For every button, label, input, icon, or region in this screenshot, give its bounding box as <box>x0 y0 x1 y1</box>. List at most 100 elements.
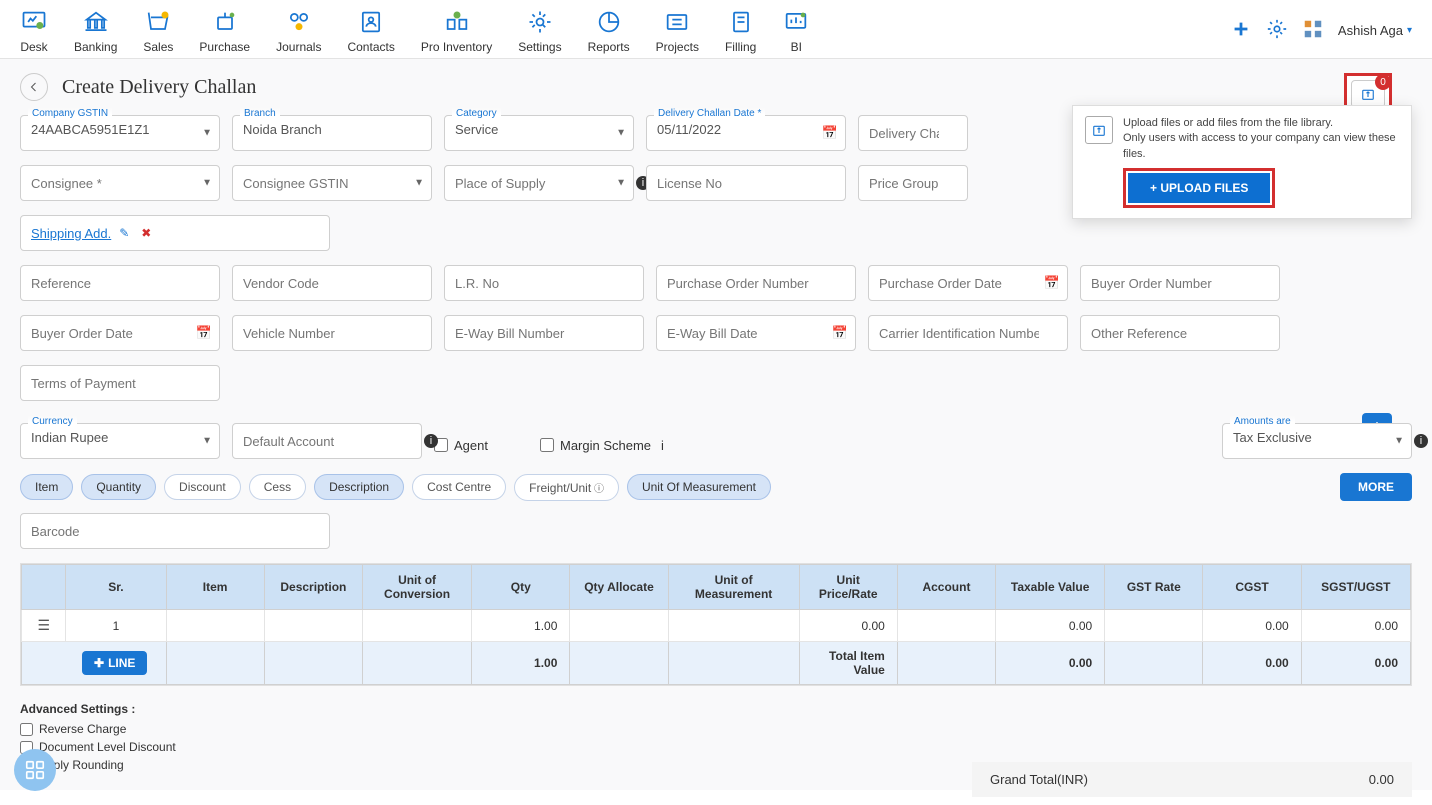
po-date-input[interactable] <box>868 265 1068 301</box>
add-icon[interactable] <box>1230 18 1252 43</box>
calendar-icon[interactable]: 📅 <box>1044 275 1060 291</box>
nav-projects[interactable]: Projects <box>656 8 699 54</box>
table-header: Qty <box>472 565 570 610</box>
chip-discount[interactable]: Discount <box>164 474 241 500</box>
carrier-id-input[interactable] <box>868 315 1068 351</box>
attachment-button[interactable]: 0 <box>1351 80 1385 108</box>
chevron-down-icon: ▼ <box>202 128 212 139</box>
table-header: Unit Price/Rate <box>799 565 897 610</box>
floating-apps-button[interactable] <box>14 749 56 791</box>
chip-quantity[interactable]: Quantity <box>81 474 156 500</box>
category-select[interactable]: Service <box>444 115 634 151</box>
license-no-input[interactable] <box>646 165 846 201</box>
table-header: Item <box>166 565 264 610</box>
calendar-icon[interactable]: 📅 <box>196 325 212 341</box>
price-group-select[interactable] <box>858 165 968 201</box>
shipping-add-link[interactable]: Shipping Add. <box>31 226 111 241</box>
nav-contacts[interactable]: Contacts <box>347 8 394 54</box>
chevron-down-icon: ▼ <box>616 178 626 189</box>
line-items-table: Sr.ItemDescriptionUnit of ConversionQtyQ… <box>20 563 1412 686</box>
amounts-are-select[interactable]: Tax Exclusive <box>1222 423 1412 459</box>
agent-checkbox[interactable]: Agent <box>434 423 488 459</box>
more-columns-button[interactable]: MORE <box>1340 473 1412 501</box>
buyer-order-date-input[interactable] <box>20 315 220 351</box>
edit-icon[interactable]: ✎ <box>119 226 129 240</box>
settings-icon[interactable] <box>1266 18 1288 43</box>
default-account-select[interactable] <box>232 423 422 459</box>
table-header: Qty Allocate <box>570 565 668 610</box>
chip-description[interactable]: Description <box>314 474 404 500</box>
chip-unit-of-measurement[interactable]: Unit Of Measurement <box>627 474 771 500</box>
table-header: SGST/UGST <box>1301 565 1410 610</box>
dc-number-input[interactable] <box>858 115 968 151</box>
page-title: Create Delivery Challan <box>62 76 256 99</box>
terms-of-payment-input[interactable] <box>20 365 220 401</box>
table-header: Account <box>897 565 995 610</box>
upload-popover: Upload files or add files from the file … <box>1072 105 1412 219</box>
back-button[interactable] <box>20 73 48 101</box>
barcode-input[interactable] <box>20 513 330 549</box>
chevron-down-icon: ▼ <box>202 436 212 447</box>
chip-item[interactable]: Item <box>20 474 73 500</box>
consignee-gstin-select[interactable] <box>232 165 432 201</box>
branch-select[interactable]: Noida Branch <box>232 115 432 151</box>
vehicle-number-input[interactable] <box>232 315 432 351</box>
lr-no-input[interactable] <box>444 265 644 301</box>
consignee-select[interactable] <box>20 165 220 201</box>
table-header: CGST <box>1203 565 1301 610</box>
shipping-address-field[interactable]: Shipping Add. ✎ ✖ <box>20 215 330 251</box>
column-chips: Item Quantity Discount Cess Description Cost … <box>20 473 1412 501</box>
nav-desk[interactable]: Desk <box>20 8 48 54</box>
chip-cess[interactable]: Cess <box>249 474 306 500</box>
table-header: Unit of Measurement <box>668 565 799 610</box>
table-header <box>22 565 66 610</box>
other-reference-input[interactable] <box>1080 315 1280 351</box>
calendar-icon[interactable]: 📅 <box>832 325 848 341</box>
nav-purchase[interactable]: Purchase <box>199 8 250 54</box>
po-number-input[interactable] <box>656 265 856 301</box>
company-gstin-select[interactable]: 24AABCA5951E1Z1 <box>20 115 220 151</box>
nav-reports[interactable]: Reports <box>588 8 630 54</box>
nav-sales[interactable]: Sales <box>143 8 173 54</box>
upload-text-1: Upload files or add files from the file … <box>1123 116 1399 131</box>
currency-select[interactable]: Indian Rupee <box>20 423 220 459</box>
reference-input[interactable] <box>20 265 220 301</box>
table-header: Sr. <box>66 565 166 610</box>
nav-journals[interactable]: Journals <box>276 8 321 54</box>
table-row[interactable]: ☰ 1 1.00 0.00 0.00 0.00 0.00 <box>22 610 1411 642</box>
chip-freight/unit[interactable]: Freight/Unit ⓘ <box>514 474 619 501</box>
table-header: Unit of Conversion <box>362 565 471 610</box>
top-nav: Desk Banking Sales Purchase Journals Con… <box>0 0 1432 59</box>
dc-date-input[interactable]: 05/11/2022 <box>646 115 846 151</box>
drag-handle-icon[interactable]: ☰ <box>37 617 50 633</box>
nav-settings[interactable]: Settings <box>518 8 561 54</box>
nav-bi[interactable]: BI <box>782 8 810 54</box>
calendar-icon[interactable]: 📅 <box>822 125 838 141</box>
upload-files-button[interactable]: + UPLOAD FILES <box>1128 173 1270 203</box>
chevron-down-icon: ▼ <box>414 178 424 189</box>
doc-level-discount-checkbox[interactable]: Document Level Discount <box>20 740 1412 754</box>
info-icon[interactable]: i <box>424 434 438 448</box>
nav-banking[interactable]: Banking <box>74 8 117 54</box>
buyer-order-number-input[interactable] <box>1080 265 1280 301</box>
eway-bill-date-input[interactable] <box>656 315 856 351</box>
vendor-code-input[interactable] <box>232 265 432 301</box>
nav-filling[interactable]: Filling <box>725 8 756 54</box>
chip-cost-centre[interactable]: Cost Centre <box>412 474 506 500</box>
table-header: Description <box>264 565 362 610</box>
delete-icon[interactable]: ✖ <box>141 226 151 240</box>
apps-grid-icon[interactable] <box>1302 18 1324 43</box>
user-menu[interactable]: Ashish Aga▾ <box>1338 23 1412 38</box>
table-header: GST Rate <box>1105 565 1203 610</box>
info-icon[interactable]: i <box>661 438 664 453</box>
upload-text-2: Only users with access to your company c… <box>1123 131 1399 162</box>
add-line-button[interactable]: ✚ LINE <box>82 651 147 675</box>
nav-pro-inventory[interactable]: Pro Inventory <box>421 8 492 54</box>
place-of-supply-select[interactable] <box>444 165 634 201</box>
margin-scheme-checkbox[interactable]: Margin Schemei <box>540 423 664 459</box>
reverse-charge-checkbox[interactable]: Reverse Charge <box>20 722 1412 736</box>
info-icon[interactable]: i <box>1414 434 1428 448</box>
upload-button-highlight: + UPLOAD FILES <box>1123 168 1275 208</box>
eway-bill-number-input[interactable] <box>444 315 644 351</box>
grand-total-bar: Grand Total(INR) 0.00 <box>972 762 1412 797</box>
